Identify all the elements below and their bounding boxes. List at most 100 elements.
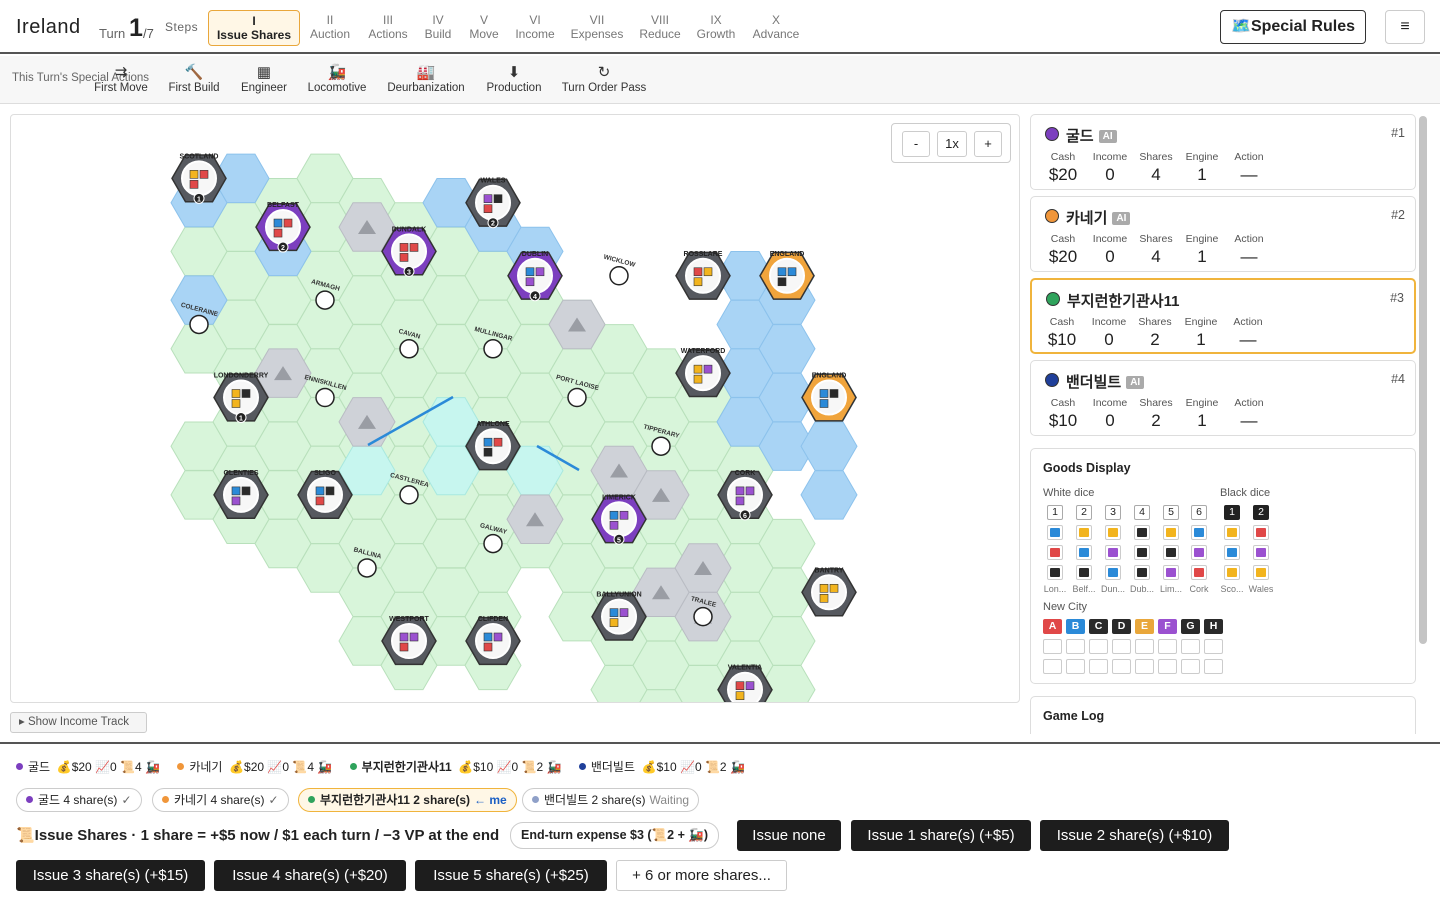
city-circle [811,574,847,611]
town-circle [399,485,419,505]
game-log-panel: Game Log [1030,696,1416,734]
goods-cube [283,218,293,228]
action-locomotive[interactable]: 🚂 Locomotive [304,64,370,94]
goods-cube [525,267,535,277]
issue-1-share-button[interactable]: Issue 1 share(s) (+$5) [851,820,1031,851]
goods-city-name: Sco... [1220,584,1244,594]
goods-cube [493,194,503,203]
issue-5-shares-button[interactable]: Issue 5 share(s) (+$25) [415,860,607,891]
side-scrollbar[interactable] [1419,116,1427,644]
goods-cube [693,374,703,384]
goods-cube [619,510,629,520]
action-production[interactable]: ⬇ Production [483,64,545,94]
goods-city-name: Cork [1189,584,1209,594]
action-deurbanization[interactable]: 🏭 Deurbanization [384,64,468,94]
new-city-empty-slot [1043,659,1062,674]
train-icon: 🚂 [327,64,347,81]
city-circle [307,476,343,513]
player-card[interactable]: 카네기 AI #2 Cash $20 Income 0 Shares 4 Engine 1… [1030,196,1416,272]
summary-item: 굴드 💰$20 📈0 📜4 🚂 [16,758,160,775]
hex-map[interactable]: SCOTLAND 1 WALES 2 BELFAST 2 DUNDALK 3 DUBLIN 4 RO… [11,115,1020,703]
issue-4-shares-button[interactable]: Issue 4 share(s) (+$20) [214,860,406,891]
goods-cube [199,170,209,179]
town-circle [609,266,629,286]
summary-item: 밴더빌트 💰$10 📈0 📜2 🚂 [578,758,745,775]
new-city-empty-slot [1181,659,1200,674]
goods-cube [241,389,251,398]
new-city-slot: H [1204,619,1223,634]
turn-label: Turn [99,26,126,41]
new-city-empty-slot [1135,639,1154,654]
action-engineer[interactable]: ▦ Engineer [238,64,290,94]
menu-icon[interactable]: ≡ [1385,10,1425,44]
city-number: 5 [617,537,621,544]
hammer-icon: 🔨 [184,64,204,81]
issue-more-shares-button[interactable]: + 6 or more shares... [616,860,787,891]
download-icon: ⬇ [507,64,521,81]
goods-cube [315,496,325,506]
goods-cube [1224,565,1240,580]
step-growth[interactable]: IX Growth [694,10,738,46]
goods-cube [735,486,745,496]
step-issue-shares[interactable]: I Issue Shares [208,10,300,46]
goods-city-name: Dub... [1129,584,1154,594]
goods-cube [1047,545,1063,560]
show-income-track-button[interactable]: ▸ Show Income Track [10,712,147,733]
zoom-in-button[interactable]: + [974,131,1002,157]
city-circle [517,257,553,294]
action-first-move[interactable]: ⇉ First Move [92,64,150,94]
ai-badge: AI [1112,212,1131,225]
die-number: 6 [1191,505,1207,520]
action-first-build[interactable]: 🔨 First Build [166,64,222,94]
new-city-empty-slot [1066,659,1085,674]
step-actions[interactable]: III Actions [362,10,414,46]
step-build[interactable]: IV Build [420,10,456,46]
map-panel[interactable]: SCOTLAND 1 WALES 2 BELFAST 2 DUNDALK 3 DUBLIN 4 RO… [10,114,1020,703]
goods-cube [1191,525,1207,540]
city-name: WESTPORT [389,616,429,623]
goods-cube [1047,525,1063,540]
city-circle [475,623,511,659]
goods-cube [1076,545,1092,560]
goods-cube [325,486,335,496]
special-rules-button[interactable]: 🗺️Special Rules [1220,10,1366,44]
issue-2-shares-button[interactable]: Issue 2 share(s) (+$10) [1040,820,1229,851]
player-color-dot [1045,209,1059,223]
city-name: CORK [735,470,756,477]
goods-cube [1047,565,1063,580]
player-card[interactable]: 굴드 AI #1 Cash $20 Income 0 Shares 4 Engine 1 … [1030,114,1416,190]
zoom-out-button[interactable]: - [902,131,930,157]
action-turn-order-pass[interactable]: ↻ Turn Order Pass [561,64,647,94]
step-reduce[interactable]: VIII Reduce [637,10,683,46]
goods-cube [399,243,409,252]
city-circle [223,476,259,513]
step-auction[interactable]: II Auction [306,10,354,46]
goods-cube [829,389,839,398]
city-name: SLIGO [314,470,336,477]
goods-cube [777,267,787,277]
goods-cube [493,437,503,447]
share-chip: 굴드 4 share(s) ✓ [16,788,142,812]
issue-3-shares-button[interactable]: Issue 3 share(s) (+$15) [16,860,205,891]
goods-cube [1191,565,1207,580]
summary-item: 카네기 💰$20 📈0 📜4 🚂 [177,758,332,775]
goods-cube [745,681,755,691]
step-expenses[interactable]: VII Expenses [568,10,626,46]
city-circle [685,355,721,392]
issue-none-button[interactable]: Issue none [737,820,841,851]
goods-cube [735,496,745,506]
new-city-empty-slot [1204,659,1223,674]
city-name: DUBLIN [522,251,548,258]
city-circle [601,501,637,538]
step-income[interactable]: VI Income [512,10,558,46]
goods-cube [1253,525,1269,540]
player-card-current[interactable]: 부지런한기관사11 #3 Cash $10 Income 0 Shares 2 Eng… [1030,278,1416,354]
player-card[interactable]: 밴더빌트 AI #4 Cash $10 Income 0 Shares 2 Engine… [1030,360,1416,436]
city-name: BELFAST [267,202,300,209]
city-circle [811,379,847,416]
goods-cube [819,583,829,593]
step-move[interactable]: V Move [465,10,503,46]
city-number: 2 [491,221,495,228]
step-advance[interactable]: X Advance [749,10,803,46]
new-city-empty-slot [1089,659,1108,674]
